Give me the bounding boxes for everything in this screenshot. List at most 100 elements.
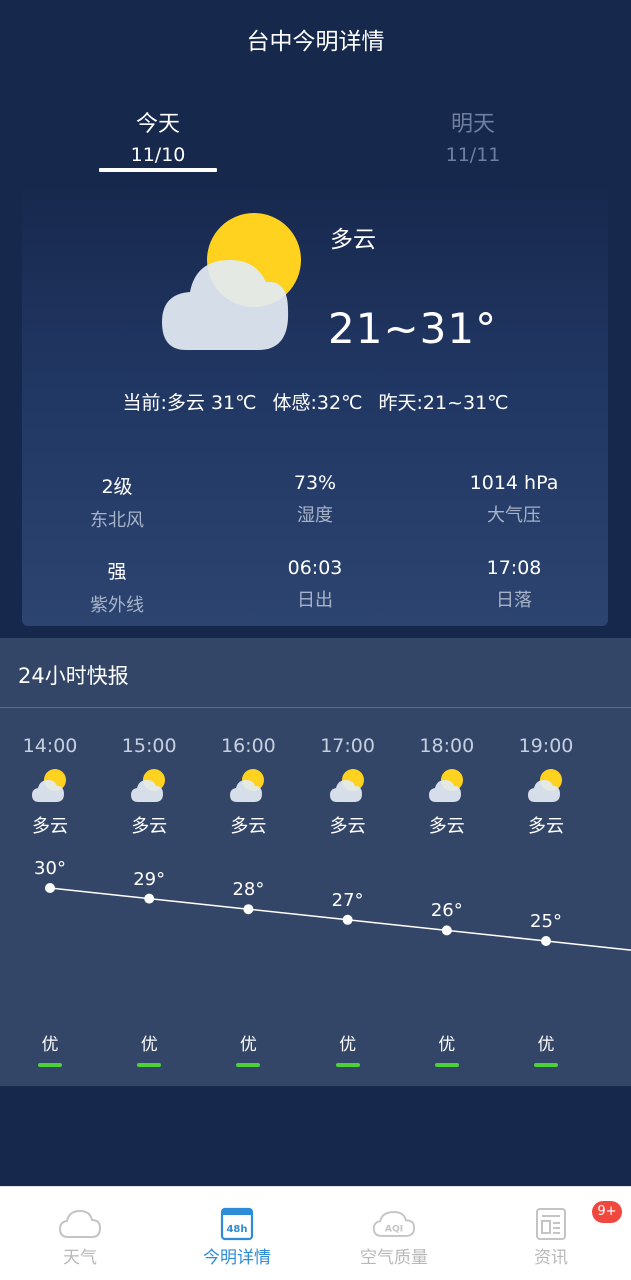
aqi-text: 优 — [537, 1035, 555, 1055]
hour-time: 15:00 — [121, 735, 177, 757]
stat-humidity: 73% 湿度 — [215, 472, 415, 527]
nav-label: 空气质量 — [360, 1248, 428, 1268]
partly-cloudy-icon — [129, 766, 169, 806]
aqi-text: 优 — [239, 1035, 257, 1055]
tab-today-label: 今天 — [135, 112, 180, 137]
tab-tomorrow-label: 明天 — [450, 112, 495, 137]
hour-aqi: 优 — [318, 1030, 378, 1067]
hour-temp-label: 26° — [430, 900, 463, 922]
page-title: 台中今明详情 — [246, 29, 385, 55]
today-temp-range: 21~31° — [328, 304, 498, 353]
stat-pressure: 1014 hPa 大气压 — [414, 472, 614, 527]
48h-icon: 48h — [220, 1207, 254, 1241]
cloud-icon — [58, 1209, 102, 1238]
hour-column: 16:00 多云 — [203, 734, 293, 838]
svg-text:48h: 48h — [226, 1224, 247, 1235]
hour-aqi: 优 — [417, 1030, 477, 1067]
hour-temp-label: 29° — [133, 868, 166, 890]
hour-time: 14:00 — [22, 735, 78, 757]
hour-temp-label: 30° — [34, 858, 66, 879]
partly-cloudy-icon — [228, 766, 268, 806]
nav-label: 天气 — [63, 1248, 97, 1268]
hour-condition: 多云 — [32, 816, 68, 837]
partly-cloudy-icon — [162, 213, 301, 350]
today-condition: 多云 — [330, 227, 376, 253]
current-summary: 当前:多云 31℃ 体感:32℃ 昨天:21~31℃ — [0, 388, 631, 415]
hour-condition: 多云 — [329, 816, 366, 837]
tab-today[interactable]: 今天 11/10 — [78, 106, 238, 166]
stat-value: 73% — [293, 472, 337, 494]
stat-label: 紫外线 — [90, 595, 144, 616]
stat-value: 强 — [107, 561, 127, 583]
yesterday-range: 昨天:21~31℃ — [378, 392, 509, 414]
current-weather: 当前:多云 31℃ — [122, 392, 257, 414]
hourly-forecast-panel[interactable]: 24小时快报 14:00 多云 30° 优 15:00 多云 29° 优 16:00 多云 28° 优… — [0, 638, 631, 1086]
hour-aqi: 优 — [119, 1030, 179, 1067]
hour-condition: 多云 — [131, 816, 168, 837]
aqi-text: 优 — [41, 1035, 59, 1055]
temperature-point — [144, 893, 155, 904]
aqi-text: 优 — [339, 1035, 357, 1055]
hour-column: 18:00 多云 — [402, 734, 492, 838]
aqi-bar — [236, 1063, 261, 1067]
temperature-point — [541, 936, 551, 946]
stat-uv: 强 紫外线 — [17, 557, 217, 617]
hour-condition: 多云 — [428, 816, 465, 837]
aqi-cloud-icon: AQI — [372, 1211, 416, 1237]
temperature-point — [441, 925, 452, 936]
hour-time: 18:00 — [419, 735, 475, 757]
stat-label: 日出 — [297, 590, 333, 611]
nav-detail[interactable]: 48h 今明详情 — [158, 1187, 316, 1280]
hour-aqi: 优 — [516, 1030, 576, 1067]
aqi-text: 优 — [438, 1035, 456, 1055]
nav-label: 今明详情 — [203, 1248, 271, 1268]
tab-tomorrow-date: 11/11 — [445, 144, 501, 166]
stat-label: 湿度 — [297, 505, 333, 526]
hour-column: 15:00 多云 — [104, 734, 194, 838]
stat-label: 东北风 — [90, 510, 144, 531]
hour-column: 19:00 多云 — [501, 734, 591, 838]
aqi-text: 优 — [140, 1035, 158, 1055]
stat-sunrise: 06:03 日出 — [215, 557, 415, 612]
temperature-trend-chart — [45, 883, 631, 951]
hour-condition: 多云 — [528, 816, 564, 837]
feels-like: 体感:32℃ — [272, 392, 363, 414]
aqi-bar — [534, 1063, 558, 1067]
partly-cloudy-icon — [526, 766, 566, 806]
hour-temp-label: 25° — [530, 911, 562, 932]
nav-weather[interactable]: 天气 — [1, 1187, 159, 1280]
stat-wind: 2级 东北风 — [17, 472, 217, 532]
partly-cloudy-icon — [427, 766, 467, 806]
active-tab-indicator — [99, 168, 217, 172]
stat-sunset: 17:08 日落 — [414, 557, 614, 612]
notification-badge: 9+ — [592, 1201, 622, 1223]
partly-cloudy-icon — [328, 766, 368, 806]
hour-condition: 多云 — [230, 816, 267, 837]
temperature-point — [45, 883, 55, 893]
hour-column: 14:00 多云 — [5, 734, 95, 838]
stat-label: 日落 — [496, 590, 532, 611]
news-icon — [536, 1208, 566, 1240]
tab-today-date: 11/10 — [130, 144, 186, 166]
stat-label: 大气压 — [487, 505, 541, 526]
hour-time: 19:00 — [518, 735, 574, 757]
nav-label: 资讯 — [534, 1248, 568, 1268]
weather-detail-page: 台中今明详情 今天 11/10 明天 11/11 多云 21~31° 当前:多云… — [0, 0, 631, 1280]
hour-time: 17:00 — [320, 735, 375, 757]
bottom-navigation: 天气 48h 今明详情 AQI 空气质量 资讯 9+ — [0, 1186, 631, 1280]
nav-air-quality[interactable]: AQI 空气质量 — [315, 1187, 473, 1280]
hour-aqi: 优 — [20, 1030, 80, 1067]
hour-aqi: 优 — [218, 1030, 278, 1067]
svg-text:AQI: AQI — [385, 1223, 403, 1234]
stat-value: 2级 — [101, 476, 133, 498]
hour-temp-label: 28° — [232, 879, 265, 901]
partly-cloudy-icon — [30, 766, 70, 806]
hour-time: 16:00 — [221, 735, 276, 757]
temperature-point — [243, 904, 254, 915]
stat-value: 17:08 — [486, 557, 542, 579]
tab-tomorrow[interactable]: 明天 11/11 — [393, 106, 553, 166]
aqi-bar — [137, 1063, 162, 1067]
stat-value: 06:03 — [287, 557, 343, 579]
aqi-bar — [38, 1063, 62, 1067]
hour-temp-label: 27° — [331, 889, 364, 911]
